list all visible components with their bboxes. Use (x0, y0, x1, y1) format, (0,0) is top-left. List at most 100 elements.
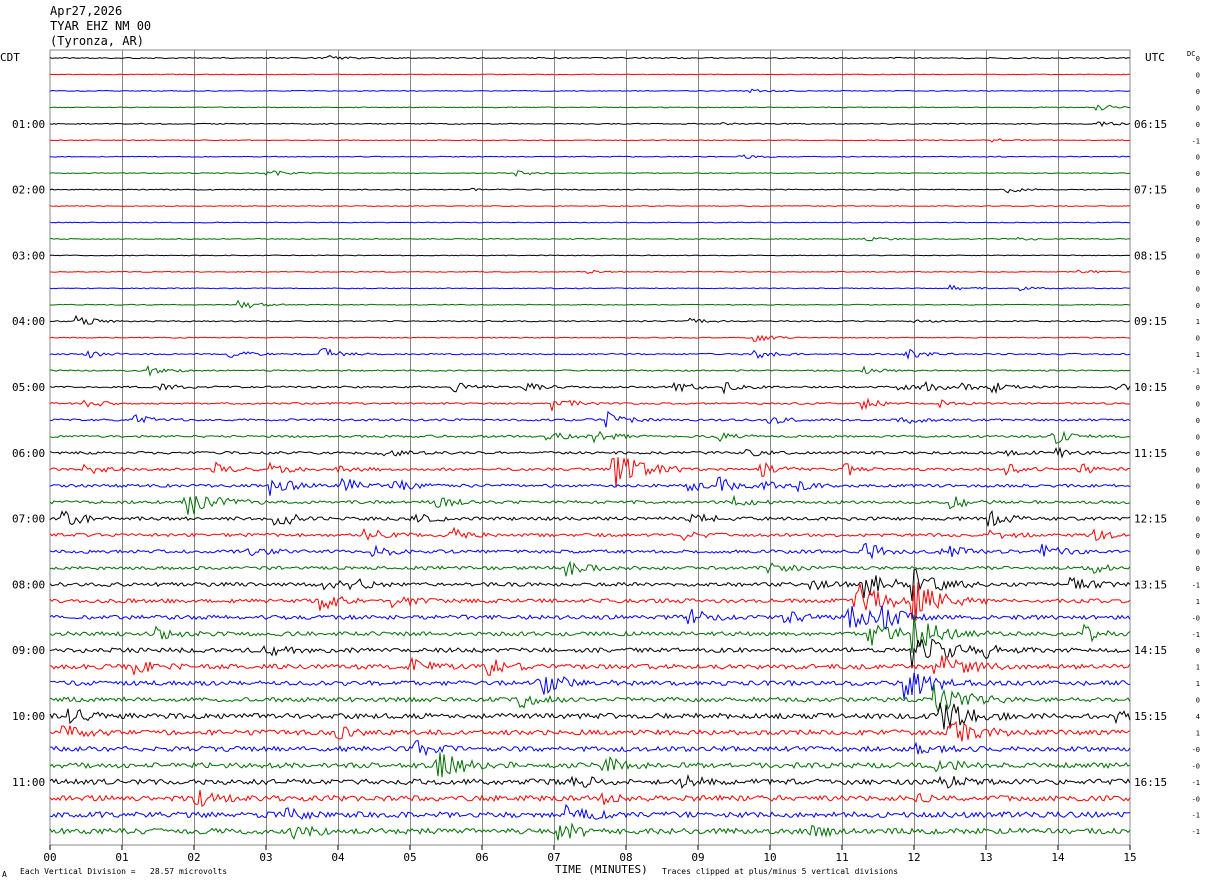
trace-line (49, 476, 1131, 496)
x-tick-label: 02 (187, 851, 200, 864)
left-hour-label: 06:00 (12, 447, 45, 460)
trace-line (49, 284, 1131, 292)
x-tick-label: 09 (691, 851, 704, 864)
dc-offset: 0 (1196, 121, 1200, 129)
x-tick-label: 14 (1051, 851, 1065, 864)
trace-line (49, 430, 1131, 444)
trace-line (49, 790, 1131, 807)
right-hour-label: 16:15 (1134, 776, 1167, 789)
dc-offset: 1 (1196, 598, 1200, 606)
trace-line (49, 822, 1131, 841)
helicorder-chart: CDT UTC DC 01:00 02:00 03:00 04:00 05:00 06:0… (0, 49, 1200, 876)
right-hour-label: 09:15 (1134, 315, 1167, 328)
dc-offset: -1 (1192, 137, 1200, 145)
x-axis-ticks: 00 01 02 03 04 05 06 07 08 09 10 11 12 13 14 15 (43, 845, 1137, 864)
trace-line (49, 314, 1131, 326)
x-tick-label: 04 (331, 851, 345, 864)
plot-frame (49, 49, 1131, 846)
trace-line (49, 187, 1131, 194)
trace-line (49, 542, 1131, 560)
dc-offset: 0 (1196, 302, 1200, 310)
dc-offset: -1 (1192, 368, 1200, 376)
trace-line (49, 638, 1131, 669)
dc-offset: 0 (1196, 549, 1200, 557)
right-hour-label: 10:15 (1134, 381, 1167, 394)
dc-offset-labels: 0 0 0 0 0 -1 0 0 0 0 0 0 0 0 0 0 1 0 1 -1 0 0 0 0 0 0 0 0 0 0 0 0 -1 1 -0 -… (1192, 55, 1200, 836)
trace-line (50, 269, 1131, 275)
left-hour-label: 07:00 (12, 513, 45, 526)
dc-offset: -1 (1192, 631, 1200, 639)
trace-line (49, 446, 1131, 459)
left-hour-label: 04:00 (12, 315, 45, 328)
dc-offset: 0 (1196, 88, 1200, 96)
trace-line (49, 773, 1131, 790)
trace-line (49, 236, 1131, 242)
dc-offset: 1 (1196, 318, 1200, 326)
trace-line (49, 494, 1131, 515)
right-zone-label: UTC (1145, 51, 1165, 64)
trace-line (49, 221, 1131, 224)
x-tick-label: 12 (907, 851, 920, 864)
left-hour-label: 03:00 (12, 249, 45, 262)
trace-line (49, 803, 1130, 821)
dc-offset: 0 (1196, 384, 1200, 392)
trace-line (49, 684, 1131, 713)
scale-note: Each Vertical Division = 28.57 microvolt… (20, 867, 228, 876)
dc-offset: 0 (1196, 647, 1200, 655)
right-hour-label: 15:15 (1134, 710, 1167, 723)
dc-offset: 0 (1196, 104, 1200, 112)
x-tick-label: 06 (475, 851, 488, 864)
trace-line (49, 605, 1131, 630)
x-axis-label: TIME (MINUTES) (555, 863, 648, 876)
trace-line (49, 104, 1131, 111)
left-hour-label: 02:00 (12, 184, 45, 197)
trace-line (49, 510, 1131, 527)
left-zone-label: CDT (0, 51, 20, 64)
trace-line (49, 205, 1131, 207)
left-hour-label: 09:00 (12, 644, 45, 657)
x-tick-label: 00 (43, 851, 56, 864)
dc-offset: 0 (1196, 187, 1200, 195)
trace-line (49, 170, 1130, 177)
corner-mark: A (2, 870, 7, 879)
dc-label: DC (1187, 50, 1195, 58)
trace-line (49, 397, 1131, 411)
dc-offset: -0 (1192, 614, 1200, 622)
dc-offset: 0 (1196, 565, 1200, 573)
trace-line (49, 73, 1131, 76)
right-hour-label: 12:15 (1134, 513, 1167, 526)
trace-line (49, 138, 1131, 143)
trace-line (49, 654, 1131, 677)
dc-offset: 0 (1196, 466, 1200, 474)
dc-offset: 0 (1196, 220, 1200, 228)
right-hour-label: 14:15 (1134, 644, 1167, 657)
dc-offset: 0 (1196, 532, 1200, 540)
dc-offset: 0 (1196, 170, 1200, 178)
trace-line (49, 752, 1131, 778)
dc-offset: 0 (1196, 203, 1200, 211)
trace-line (49, 380, 1131, 395)
left-hour-label: 05:00 (12, 381, 45, 394)
dc-offset: 0 (1196, 400, 1200, 408)
dc-offset: 0 (1196, 252, 1200, 260)
x-tick-label: 15 (1123, 851, 1136, 864)
right-hour-label: 11:15 (1134, 447, 1167, 460)
dc-offset: 4 (1196, 713, 1200, 721)
trace-line (49, 581, 1131, 621)
trace-line (49, 720, 1131, 742)
dc-offset: 1 (1196, 680, 1200, 688)
dc-offset: 0 (1196, 285, 1200, 293)
trace-line (49, 560, 1131, 577)
dc-offset: -1 (1192, 828, 1200, 836)
dc-offset: -0 (1192, 746, 1200, 754)
dc-offset: -1 (1192, 812, 1200, 820)
dc-offset: 0 (1196, 154, 1200, 162)
trace-line (49, 88, 1131, 94)
right-hour-label: 06:15 (1134, 118, 1167, 131)
right-hour-label: 13:15 (1134, 578, 1167, 591)
trace-line (49, 154, 1131, 159)
dc-offset: 0 (1196, 433, 1200, 441)
dc-offset: 1 (1196, 729, 1200, 737)
trace-line (49, 410, 1131, 428)
trace-line (50, 740, 1131, 757)
